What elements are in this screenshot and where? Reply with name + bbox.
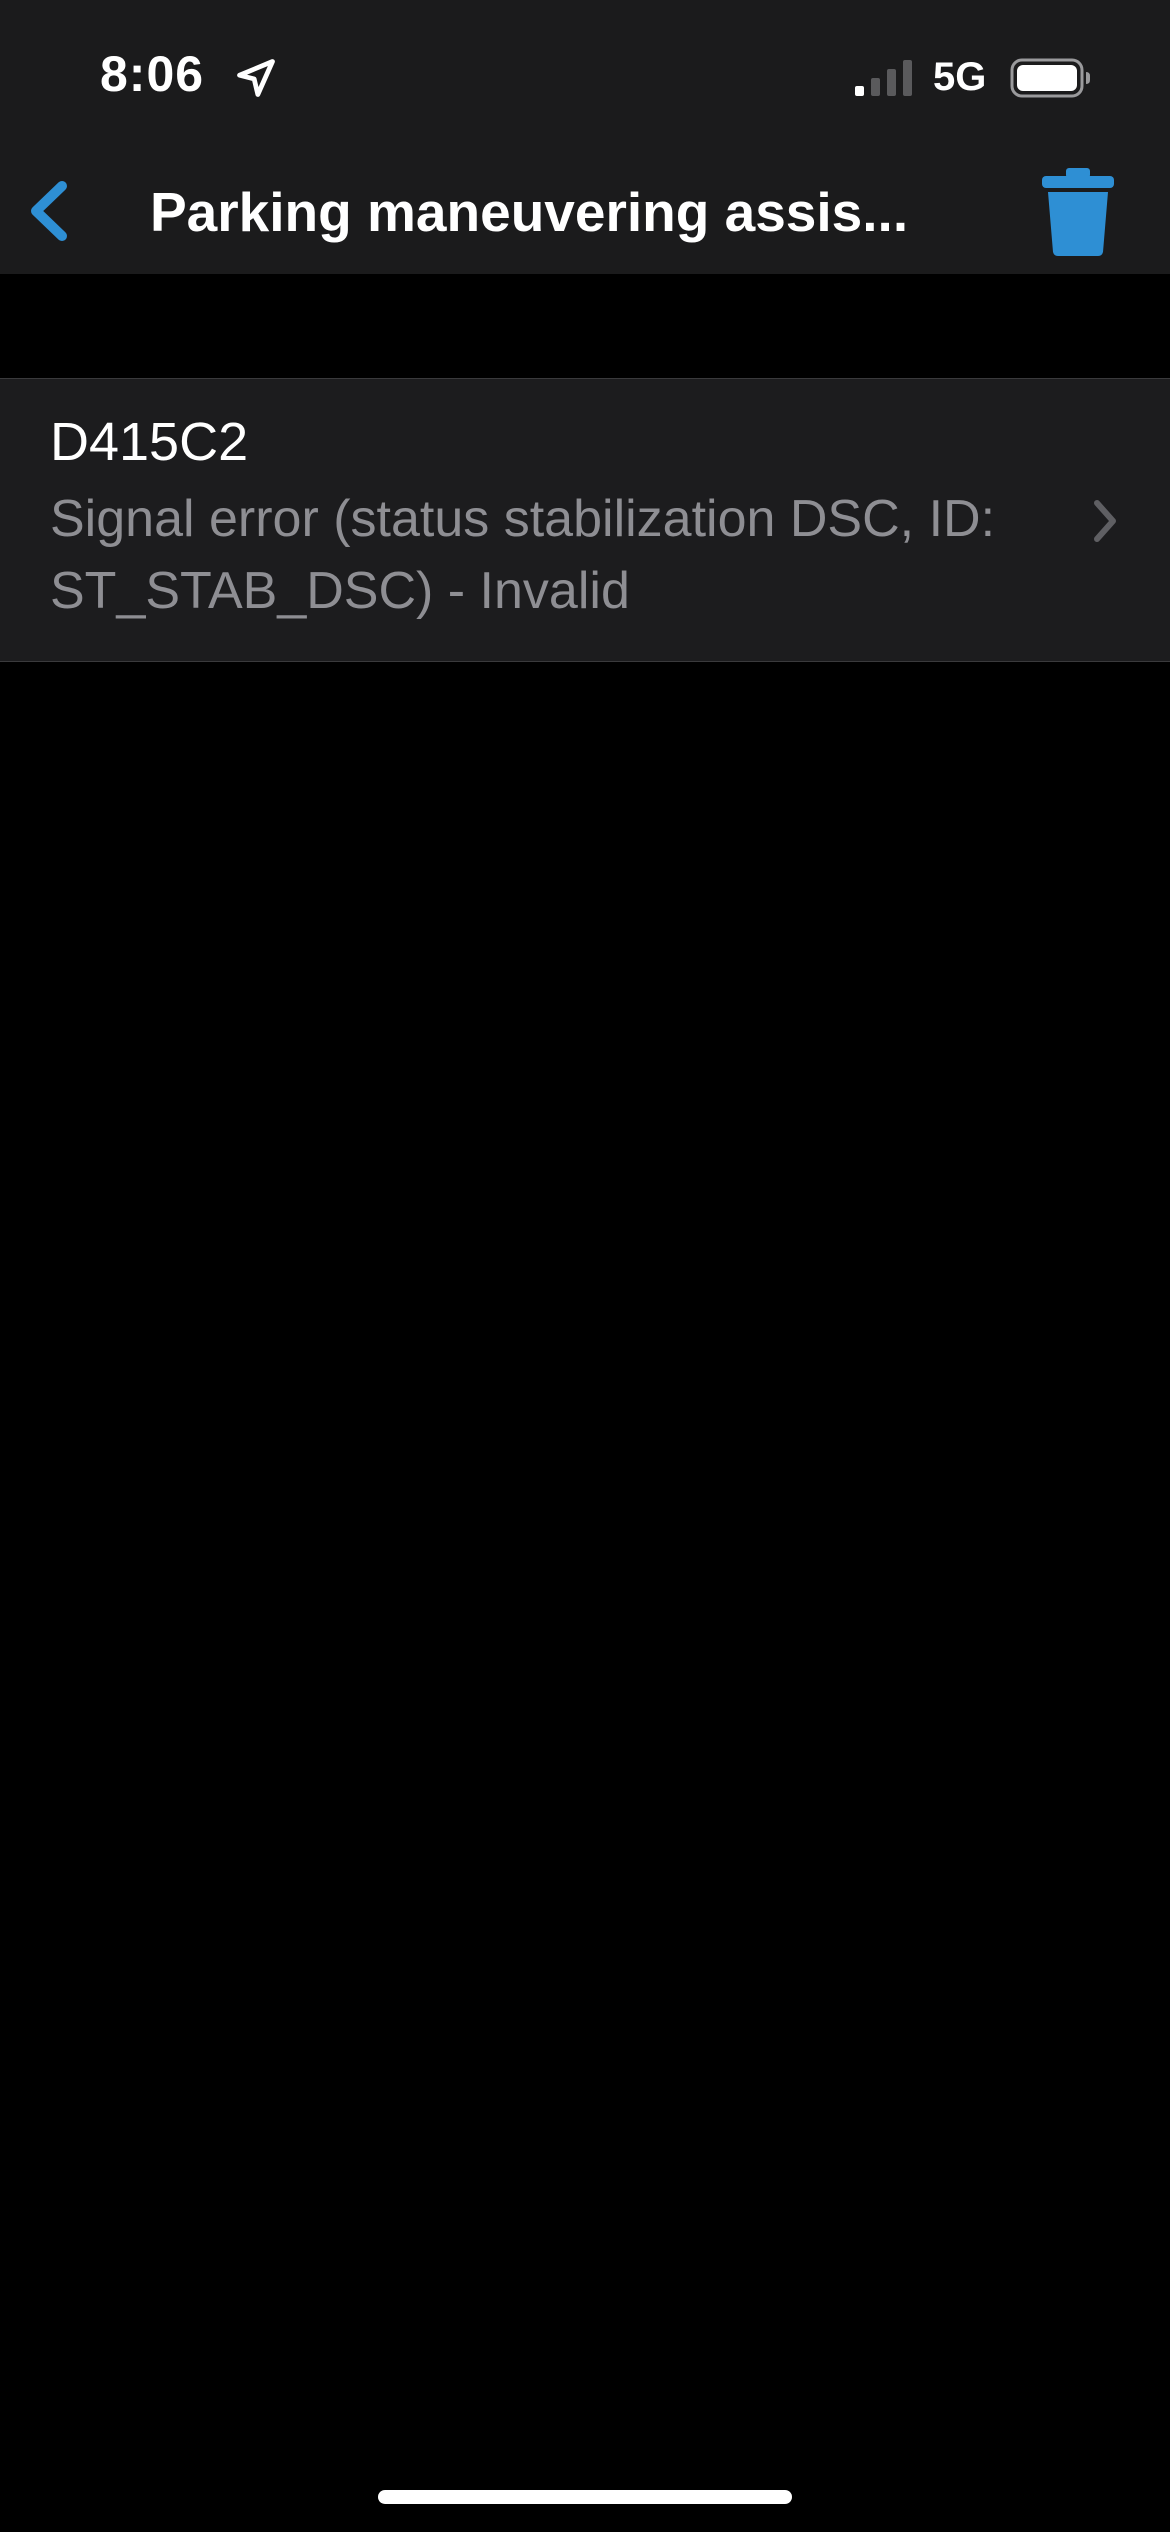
location-arrow-icon	[237, 59, 275, 97]
chevron-right-icon	[1094, 500, 1116, 542]
home-indicator[interactable]	[378, 2490, 792, 2504]
network-type: 5G	[933, 55, 987, 99]
battery-icon	[1010, 58, 1090, 98]
navigation-bar: Parking maneuvering assis...	[0, 150, 1170, 274]
fault-list: D415C2 Signal error (status stabilizatio…	[0, 378, 1170, 662]
list-item[interactable]: D415C2 Signal error (status stabilizatio…	[0, 378, 1170, 662]
fault-description: Signal error (status stabilization DSC, …	[50, 490, 996, 620]
back-button[interactable]	[16, 166, 86, 256]
page-title: Parking maneuvering assis...	[150, 181, 909, 243]
status-time: 8:06	[100, 46, 205, 102]
cellular-signal-icon	[855, 60, 912, 96]
status-bar: 8:06 5G	[0, 0, 1170, 150]
trash-icon[interactable]	[1040, 166, 1116, 258]
fault-code: D415C2	[50, 412, 249, 472]
